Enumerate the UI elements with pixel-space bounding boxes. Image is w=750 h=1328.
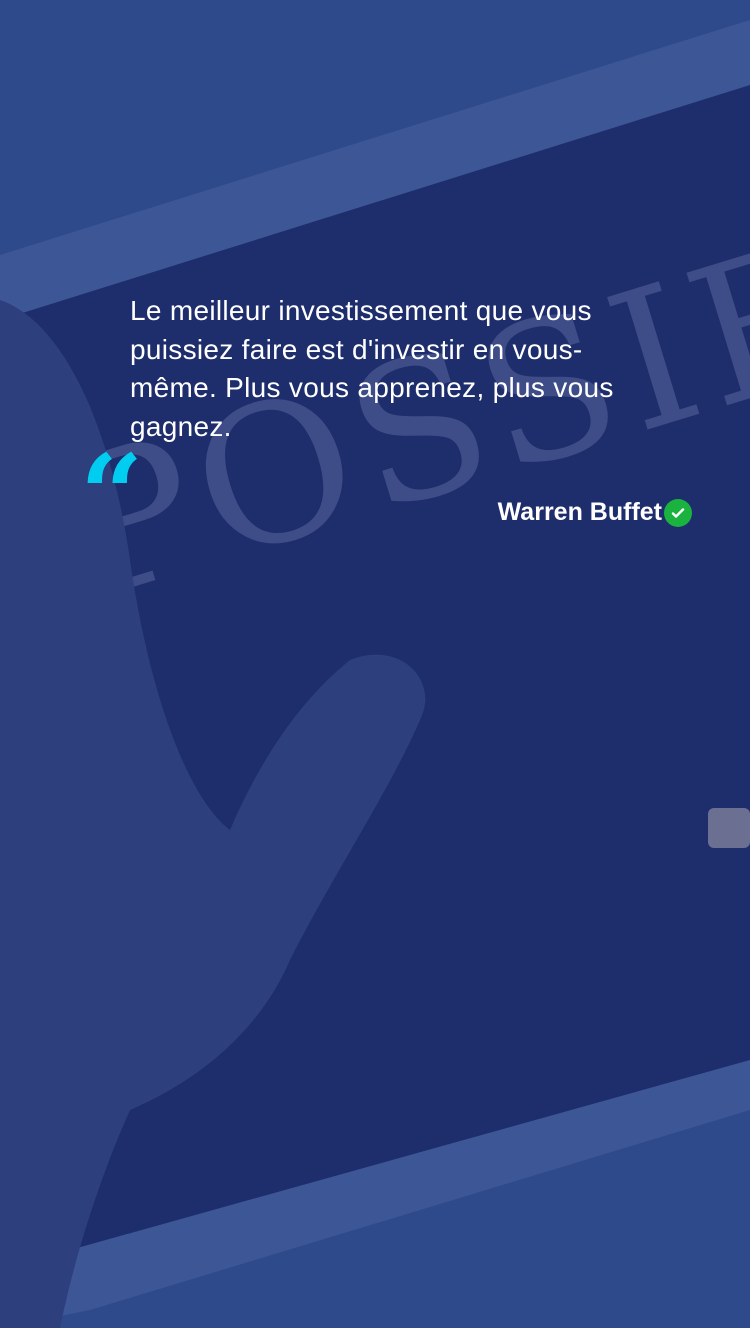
background-image: POSSIBL [0,0,750,1328]
verified-check-icon [664,498,692,527]
quote-open-icon: “ [80,440,144,510]
quote-text: Le meilleur investissement que vous puis… [130,295,614,442]
author-name: Warren Buffet [497,498,662,526]
chalk-piece [708,808,750,848]
quote-author: Warren Buffet [498,498,692,527]
